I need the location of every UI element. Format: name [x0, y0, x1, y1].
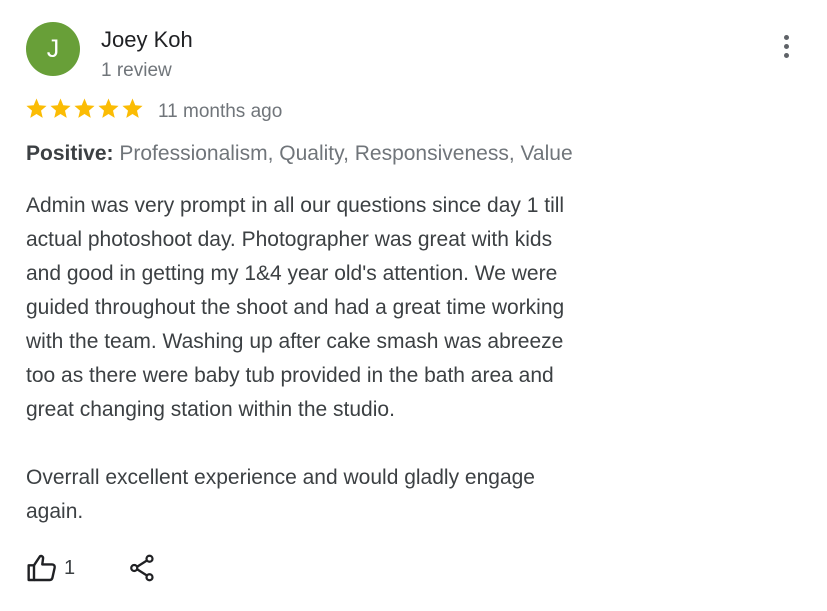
positive-values: Professionalism, Quality, Responsiveness…	[119, 142, 573, 165]
review-line: actual photoshoot day. Photographer was …	[26, 228, 553, 251]
review-line: with the team. Washing up after cake sma…	[26, 330, 564, 353]
author-name[interactable]: Joey Koh	[101, 27, 193, 53]
like-count: 1	[64, 556, 76, 579]
more-options-button[interactable]	[772, 30, 800, 62]
review-time: 11 months ago	[158, 101, 283, 122]
thumbs-up-icon	[27, 554, 56, 582]
review-line: and good in getting my 1&4 year old's at…	[26, 262, 558, 285]
review-line: great changing station within the studio…	[26, 398, 395, 421]
share-icon	[130, 554, 154, 582]
share-button[interactable]	[127, 553, 157, 583]
star-icon	[98, 98, 119, 118]
review-paragraph-2: Overrall excellent experience and would …	[26, 461, 666, 529]
review-line: Admin was very prompt in all our questio…	[26, 194, 565, 217]
positive-label: Positive:	[26, 142, 114, 165]
star-icon	[26, 98, 47, 118]
review-text: Admin was very prompt in all our questio…	[26, 189, 666, 529]
star-rating	[25, 97, 144, 120]
review-line: again.	[26, 500, 84, 523]
author-review-count: 1 review	[101, 60, 172, 81]
review-actions: 1	[26, 552, 157, 584]
avatar-initial: J	[46, 34, 60, 63]
review-line: too as there were baby tub provided in t…	[26, 364, 554, 387]
star-icon	[122, 98, 143, 118]
like-button[interactable]: 1	[26, 552, 75, 584]
review-paragraph-1: Admin was very prompt in all our questio…	[26, 189, 666, 427]
star-icon	[74, 98, 95, 118]
more-vert-icon	[783, 34, 789, 58]
star-icon	[50, 98, 71, 118]
avatar[interactable]: J	[26, 22, 80, 76]
review-line: Overrall excellent experience and would …	[26, 466, 535, 489]
positive-attributes: Positive: Professionalism, Quality, Resp…	[26, 142, 573, 166]
review-line: guided throughout the shoot and had a gr…	[26, 296, 565, 319]
